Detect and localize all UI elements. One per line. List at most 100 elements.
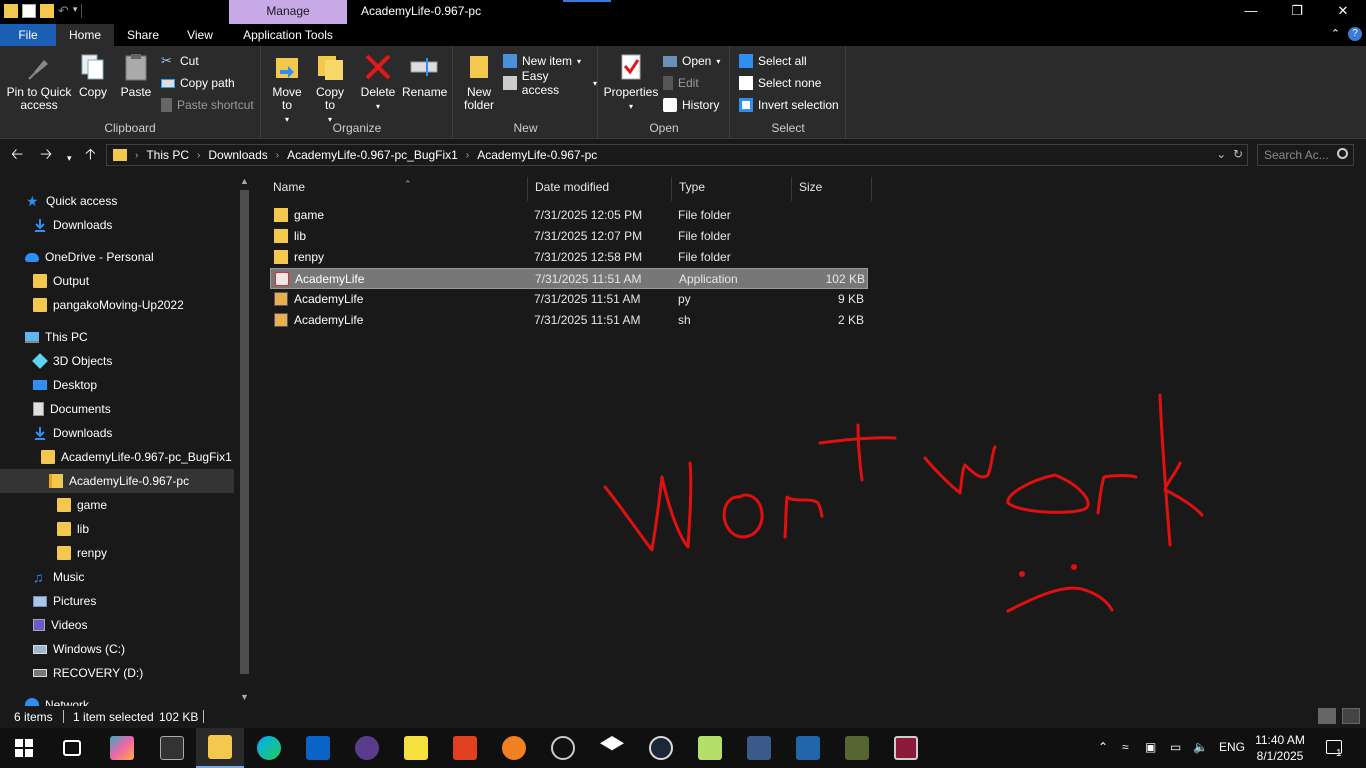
help-icon[interactable]: ? bbox=[1348, 27, 1362, 41]
taskbar-blender[interactable] bbox=[490, 728, 538, 768]
wifi-icon[interactable]: ≈ bbox=[1122, 740, 1129, 754]
close-icon[interactable]: ✕ bbox=[1320, 0, 1366, 24]
taskbar-game-6[interactable] bbox=[882, 728, 930, 768]
tab-application-tools[interactable]: Application Tools bbox=[233, 24, 343, 46]
taskbar-game-5[interactable] bbox=[833, 728, 881, 768]
refresh-icon[interactable]: ↻ bbox=[1233, 147, 1243, 161]
taskbar-edge[interactable] bbox=[245, 728, 293, 768]
restore-icon[interactable]: ❐ bbox=[1274, 0, 1320, 24]
file-row[interactable]: lib 7/31/2025 12:07 PM File folder bbox=[270, 226, 868, 247]
breadcrumb-this-pc[interactable]: This PC bbox=[146, 148, 189, 162]
chevron-right-icon[interactable]: › bbox=[276, 150, 279, 161]
taskbar-game-3[interactable] bbox=[735, 728, 783, 768]
file-row[interactable]: AcademyLife 7/31/2025 11:51 AM sh 2 KB bbox=[270, 310, 868, 331]
breadcrumb-current[interactable]: AcademyLife-0.967-pc bbox=[477, 148, 597, 162]
taskbar-app-green[interactable] bbox=[686, 728, 734, 768]
scroll-down-icon[interactable]: ▼ bbox=[240, 692, 249, 702]
details-view-icon[interactable] bbox=[1318, 708, 1336, 724]
undo-icon[interactable]: ↶ bbox=[58, 4, 69, 18]
chevron-down-icon[interactable]: ▾ bbox=[73, 4, 78, 18]
taskbar-outlook[interactable] bbox=[294, 728, 342, 768]
column-header-date[interactable]: Date modified bbox=[528, 177, 672, 201]
collapse-ribbon-icon[interactable]: ⌃ bbox=[1331, 27, 1340, 40]
back-arrow-icon[interactable]: 🡠 bbox=[11, 147, 23, 163]
nav-item-recovery-d[interactable]: RECOVERY (D:) bbox=[33, 661, 143, 685]
vpn-icon[interactable]: ▣ bbox=[1145, 740, 1156, 754]
open-button[interactable]: Open ▾ bbox=[663, 52, 720, 70]
nav-item-this-pc[interactable]: This PC bbox=[25, 325, 88, 349]
nav-item-downloads-quick[interactable]: Downloads bbox=[33, 213, 112, 237]
chevron-right-icon[interactable]: › bbox=[197, 150, 200, 161]
tab-share[interactable]: Share bbox=[118, 24, 168, 46]
new-folder-icon[interactable] bbox=[40, 4, 54, 18]
new-folder-button[interactable]: New folder bbox=[462, 52, 496, 112]
nav-item-quick-access[interactable]: ★ Quick access bbox=[26, 189, 117, 213]
copy-button[interactable]: Copy bbox=[76, 52, 110, 99]
properties-button[interactable]: Properties ▾ bbox=[603, 52, 659, 113]
taskbar-media-player[interactable] bbox=[539, 728, 587, 768]
scroll-up-icon[interactable]: ▲ bbox=[240, 176, 249, 186]
properties-icon[interactable] bbox=[22, 4, 36, 18]
task-view-button[interactable] bbox=[48, 728, 96, 768]
forward-arrow-icon[interactable]: 🡢 bbox=[40, 147, 52, 163]
nav-item-videos[interactable]: Videos bbox=[33, 613, 87, 637]
history-button[interactable]: History bbox=[663, 96, 719, 114]
new-item-button[interactable]: New item ▾ bbox=[503, 52, 581, 70]
taskbar-game-4[interactable] bbox=[784, 728, 832, 768]
nav-item-windows-c[interactable]: Windows (C:) bbox=[33, 637, 125, 661]
clock[interactable]: 11:40 AM 8/1/2025 bbox=[1240, 732, 1320, 764]
nav-item-pictures[interactable]: Pictures bbox=[33, 589, 96, 613]
move-to-button[interactable]: Move to ▾ bbox=[268, 52, 306, 126]
file-row-selected[interactable]: AcademyLife 7/31/2025 11:51 AM Applicati… bbox=[270, 268, 868, 289]
cut-button[interactable]: ✂ Cut bbox=[161, 52, 199, 70]
up-arrow-icon[interactable]: 🡡 bbox=[85, 147, 96, 163]
taskbar-file-explorer[interactable] bbox=[196, 728, 244, 768]
nav-item-3d-objects[interactable]: 3D Objects bbox=[32, 349, 112, 373]
nav-item-bugfix1[interactable]: AcademyLife-0.967-pc_BugFix1 bbox=[41, 445, 232, 469]
tab-view[interactable]: View bbox=[174, 24, 226, 46]
delete-button[interactable]: Delete ▾ bbox=[360, 52, 396, 113]
breadcrumb-downloads[interactable]: Downloads bbox=[208, 148, 267, 162]
nav-item-documents[interactable]: Documents bbox=[33, 397, 111, 421]
nav-item-renpy[interactable]: renpy bbox=[57, 541, 107, 565]
chevron-right-icon[interactable]: › bbox=[466, 150, 469, 161]
search-input[interactable]: Search Ac... bbox=[1257, 144, 1354, 166]
paste-button[interactable]: Paste bbox=[118, 52, 154, 99]
file-row[interactable]: AcademyLife 7/31/2025 11:51 AM py 9 KB bbox=[270, 289, 868, 310]
easy-access-button[interactable]: Easy access ▾ bbox=[503, 69, 597, 97]
chevron-right-icon[interactable]: › bbox=[135, 150, 138, 161]
taskbar-app-purple[interactable] bbox=[343, 728, 391, 768]
chevron-down-icon[interactable]: ⌄ bbox=[1216, 147, 1226, 161]
copy-to-button[interactable]: Copy to ▾ bbox=[312, 52, 348, 126]
column-header-size[interactable]: Size bbox=[792, 177, 872, 201]
tab-manage[interactable]: Manage bbox=[229, 0, 347, 24]
recent-locations-chevron-icon[interactable]: ▾ bbox=[67, 150, 72, 166]
select-none-button[interactable]: Select none bbox=[739, 74, 821, 92]
nav-item-lib[interactable]: lib bbox=[57, 517, 89, 541]
pin-to-quick-access-button[interactable]: Pin to Quick access bbox=[6, 52, 72, 112]
nav-item-pangako[interactable]: pangakoMoving-Up2022 bbox=[33, 293, 184, 317]
nav-item-music[interactable]: ♫ Music bbox=[33, 565, 84, 589]
column-header-name[interactable]: ⌃ Name bbox=[266, 177, 528, 201]
nav-item-onedrive[interactable]: OneDrive - Personal bbox=[25, 245, 154, 269]
file-row[interactable]: game 7/31/2025 12:05 PM File folder bbox=[270, 205, 868, 226]
large-icons-view-icon[interactable] bbox=[1342, 708, 1360, 724]
nav-item-output[interactable]: Output bbox=[33, 269, 89, 293]
nav-item-downloads[interactable]: Downloads bbox=[33, 421, 112, 445]
file-row[interactable]: renpy 7/31/2025 12:58 PM File folder bbox=[270, 247, 868, 268]
nav-item-game[interactable]: game bbox=[57, 493, 107, 517]
address-bar[interactable]: › This PC › Downloads › AcademyLife-0.96… bbox=[106, 144, 1248, 166]
column-header-type[interactable]: Type bbox=[672, 177, 792, 201]
paste-shortcut-button[interactable]: Paste shortcut bbox=[161, 96, 254, 114]
copy-path-button[interactable]: Copy path bbox=[161, 74, 235, 92]
nav-item-desktop[interactable]: Desktop bbox=[33, 373, 97, 397]
nav-item-current-folder[interactable]: AcademyLife-0.967-pc bbox=[0, 469, 234, 493]
volume-icon[interactable]: 🔈 bbox=[1193, 740, 1208, 754]
minimize-icon[interactable]: — bbox=[1228, 0, 1274, 24]
nav-scrollbar[interactable]: ▲ ▼ bbox=[236, 172, 253, 706]
taskbar-game-2[interactable] bbox=[441, 728, 489, 768]
rename-button[interactable]: Rename bbox=[402, 52, 447, 99]
breadcrumb-bugfix1[interactable]: AcademyLife-0.967-pc_BugFix1 bbox=[287, 148, 458, 162]
tab-file[interactable]: File bbox=[0, 24, 56, 46]
scrollbar-thumb[interactable] bbox=[240, 190, 249, 674]
